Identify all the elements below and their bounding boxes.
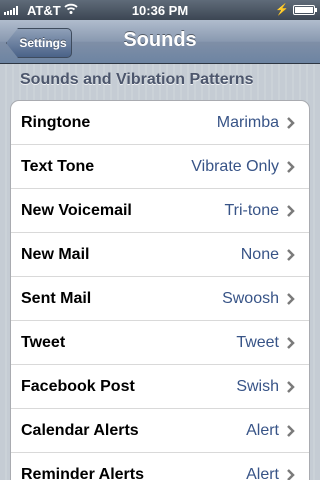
new-mail-row[interactable]: New Mail None	[11, 233, 309, 277]
chevron-right-icon	[287, 469, 295, 480]
row-value: None	[240, 245, 279, 263]
status-bar: AT&T 10:36 PM ⚡	[0, 0, 320, 20]
row-value: Tri-tone	[224, 201, 279, 219]
row-value: Swoosh	[222, 289, 279, 307]
row-label: New Mail	[21, 245, 90, 263]
chevron-right-icon	[287, 337, 295, 349]
row-label: Text Tone	[21, 157, 95, 175]
status-time: 10:36 PM	[131, 3, 189, 18]
page-title: Sounds	[123, 29, 197, 51]
sent-mail-row[interactable]: Sent Mail Swoosh	[11, 277, 309, 321]
row-value: Tweet	[236, 333, 279, 351]
row-value: Alert	[246, 465, 279, 480]
navigation-bar: Settings Sounds	[0, 20, 320, 64]
chevron-right-icon	[287, 381, 295, 393]
row-label: Ringtone	[21, 113, 91, 131]
row-value: Swish	[236, 377, 279, 395]
section-header: Sounds and Vibration Patterns	[20, 71, 254, 88]
battery-icon	[293, 5, 317, 15]
sound-settings-list: Ringtone Marimba Text Tone Vibrate Only …	[10, 100, 310, 480]
chevron-right-icon	[287, 205, 295, 217]
row-label: Reminder Alerts	[21, 465, 144, 480]
chevron-right-icon	[287, 117, 295, 129]
chevron-right-icon	[287, 161, 295, 173]
ringtone-row[interactable]: Ringtone Marimba	[11, 101, 309, 145]
back-button[interactable]: Settings	[6, 28, 72, 58]
calendar-alerts-row[interactable]: Calendar Alerts Alert	[11, 409, 309, 453]
text-tone-row[interactable]: Text Tone Vibrate Only	[11, 145, 309, 189]
facebook-post-row[interactable]: Facebook Post Swish	[11, 365, 309, 409]
new-voicemail-row[interactable]: New Voicemail Tri-tone	[11, 189, 309, 233]
row-value: Vibrate Only	[191, 157, 279, 175]
charging-bolt-icon: ⚡	[275, 4, 289, 16]
row-label: Tweet	[21, 333, 66, 351]
chevron-right-icon	[287, 425, 295, 437]
row-label: New Voicemail	[21, 201, 132, 219]
row-value: Marimba	[216, 113, 279, 131]
row-value: Alert	[246, 421, 279, 439]
row-label: Calendar Alerts	[21, 421, 139, 439]
reminder-alerts-row[interactable]: Reminder Alerts Alert	[11, 453, 309, 480]
row-label: Facebook Post	[21, 377, 135, 395]
row-label: Sent Mail	[21, 289, 92, 307]
tweet-row[interactable]: Tweet Tweet	[11, 321, 309, 365]
chevron-right-icon	[287, 249, 295, 261]
chevron-right-icon	[287, 293, 295, 305]
